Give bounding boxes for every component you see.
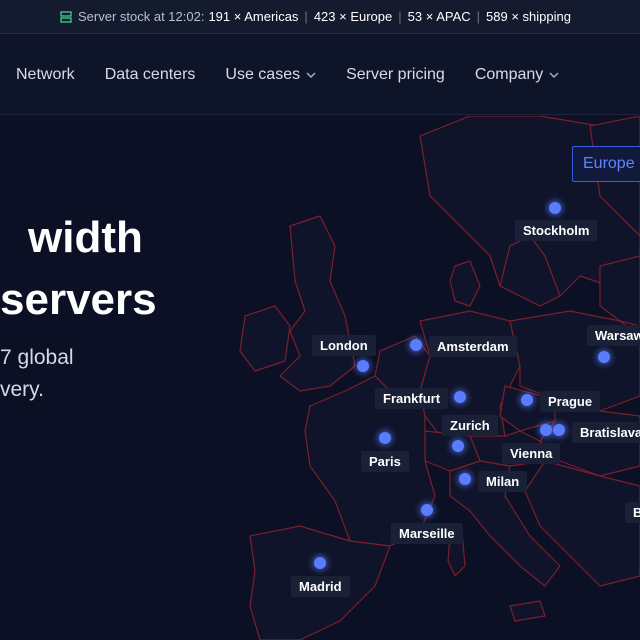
region-europe-label: Europe bbox=[583, 155, 635, 172]
nav-company[interactable]: Company bbox=[475, 66, 559, 84]
nav-server-pricing-label: Server pricing bbox=[346, 65, 445, 83]
main-nav: Network Data centers Use cases Server pr… bbox=[0, 35, 640, 115]
nav-server-pricing[interactable]: Server pricing bbox=[346, 66, 445, 84]
city-label-vienna[interactable]: Vienna bbox=[502, 443, 561, 464]
stock-separator: | bbox=[476, 9, 481, 24]
city-label-warsaw[interactable]: Warsaw bbox=[587, 325, 640, 346]
city-label-amsterdam[interactable]: Amsterdam bbox=[429, 336, 517, 357]
region-europe-button[interactable]: Europe bbox=[572, 146, 640, 182]
nav-data-centers-label: Data centers bbox=[104, 65, 196, 83]
city-dot-prague[interactable] bbox=[521, 394, 533, 406]
stock-status-bar: Server stock at 12:02: 191 × Americas | … bbox=[0, 0, 640, 34]
nav-use-cases-label: Use cases bbox=[225, 65, 301, 83]
city-dot-marseille[interactable] bbox=[421, 504, 433, 516]
hero-subtext-line-1: 7 global bbox=[0, 346, 74, 369]
city-label-london[interactable]: London bbox=[312, 335, 376, 356]
nav-network[interactable]: Network bbox=[16, 66, 75, 84]
stock-label: Server stock at 12:02: bbox=[78, 9, 205, 24]
nav-use-cases[interactable]: Use cases bbox=[225, 66, 316, 84]
nav-network-label: Network bbox=[16, 65, 75, 83]
city-dot-paris[interactable] bbox=[379, 432, 391, 444]
city-dot-amsterdam[interactable] bbox=[410, 339, 422, 351]
hero-headline-line-1: width bbox=[28, 213, 143, 262]
city-dot-vienna[interactable] bbox=[540, 424, 552, 436]
city-label-zurich[interactable]: Zurich bbox=[442, 415, 498, 436]
stock-separator: | bbox=[398, 9, 402, 24]
city-label-marseille[interactable]: Marseille bbox=[391, 523, 463, 544]
nav-data-centers[interactable]: Data centers bbox=[105, 66, 196, 84]
city-label-madrid[interactable]: Madrid bbox=[291, 576, 350, 597]
stock-europe: 423 × Europe bbox=[313, 9, 393, 24]
city-label-stockholm[interactable]: Stockholm bbox=[515, 220, 598, 241]
chevron-down-icon bbox=[306, 72, 316, 78]
city-dot-london[interactable] bbox=[357, 360, 369, 372]
stock-apac: 53 × APAC bbox=[407, 9, 471, 24]
chevron-down-icon bbox=[549, 72, 559, 78]
city-label-frankfurt[interactable]: Frankfurt bbox=[375, 388, 449, 409]
city-label-partial[interactable]: B bbox=[625, 502, 640, 523]
city-dot-zurich[interactable] bbox=[452, 440, 464, 452]
hero-section: width servers 7 global very. Europe Stoc… bbox=[0, 116, 640, 640]
city-label-paris[interactable]: Paris bbox=[361, 451, 409, 472]
city-dot-stockholm[interactable] bbox=[549, 202, 561, 214]
city-dot-frankfurt[interactable] bbox=[454, 391, 466, 403]
city-label-prague[interactable]: Prague bbox=[540, 391, 601, 412]
city-dot-warsaw[interactable] bbox=[598, 351, 610, 363]
nav-company-label: Company bbox=[474, 65, 544, 83]
stock-americas: 191 × Americas bbox=[208, 9, 299, 24]
stock-shipping: 589 × shipping bbox=[486, 9, 571, 24]
city-label-milan[interactable]: Milan bbox=[478, 471, 528, 492]
city-label-bratislava[interactable]: Bratislava bbox=[572, 422, 640, 443]
hero-headline-line-2: servers bbox=[0, 275, 157, 324]
city-dot-madrid[interactable] bbox=[314, 557, 326, 569]
server-stack-icon bbox=[60, 10, 72, 23]
stock-separator: | bbox=[304, 9, 308, 24]
city-dot-bratislava[interactable] bbox=[553, 424, 565, 436]
city-dot-milan[interactable] bbox=[459, 473, 471, 485]
hero-subtext-line-2: very. bbox=[0, 378, 44, 401]
